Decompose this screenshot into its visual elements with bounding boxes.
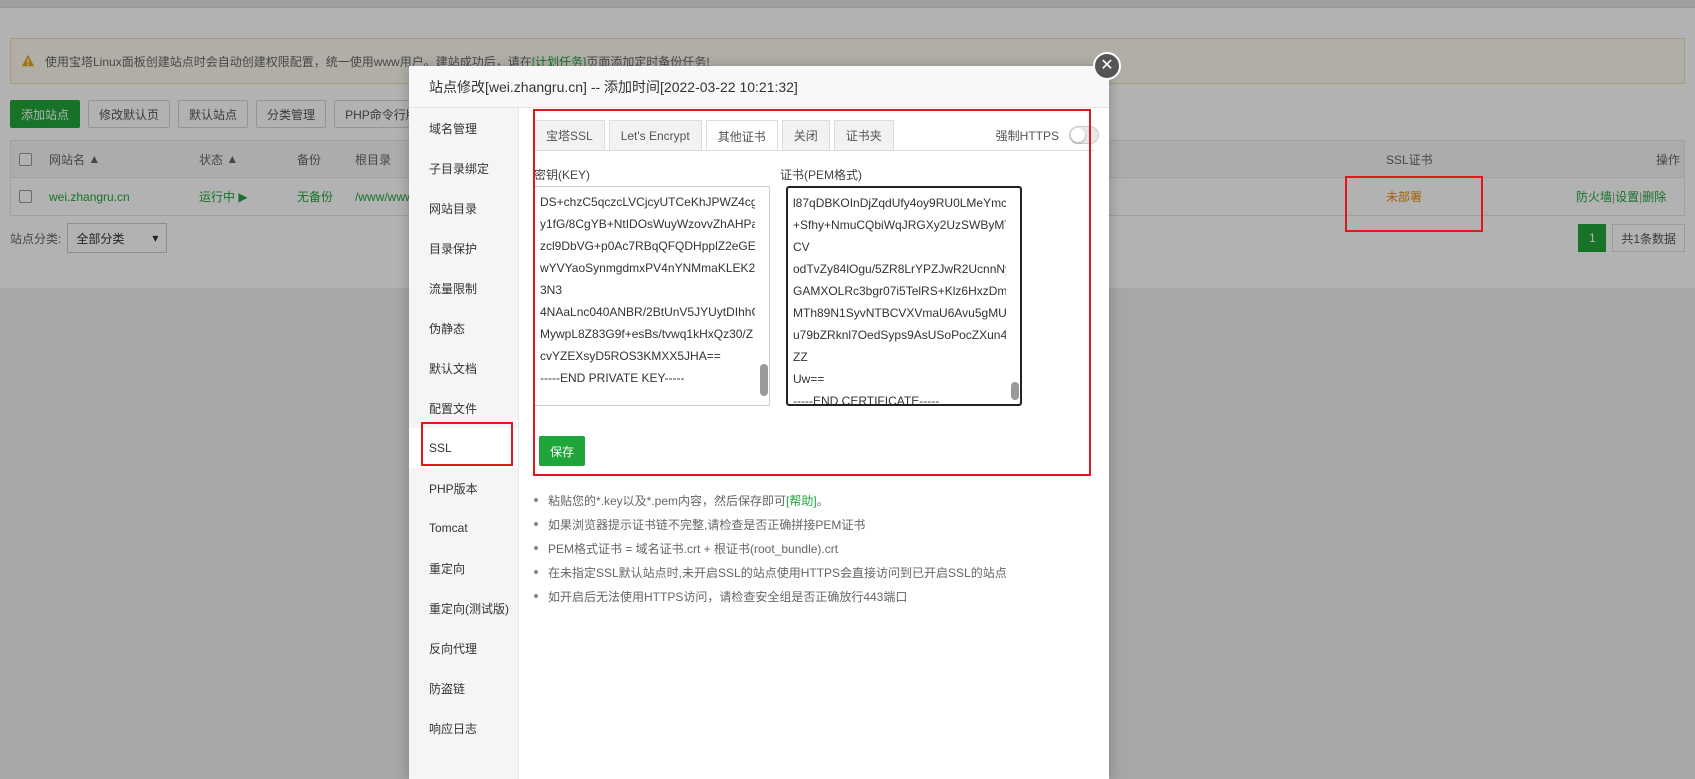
sidebar-item-0[interactable]: 域名管理: [409, 108, 518, 148]
tip-text: PEM格式证书 = 域名证书.crt + 根证书(root_bundle).cr…: [548, 541, 839, 556]
text-line: ZZ: [793, 350, 808, 364]
site-edit-modal: 站点修改[wei.zhangru.cn] -- 添加时间[2022-03-22 …: [409, 66, 1109, 779]
text-line: 3N3: [540, 283, 563, 297]
sidebar-item-1[interactable]: 子目录绑定: [409, 148, 518, 188]
key-text: DS+chzC5qczcLVCjcyUTCeKhJPWZ4cgzj y1fG/8C…: [540, 191, 755, 389]
sidebar-item-11[interactable]: 重定向: [409, 548, 518, 588]
tab-bt-ssl[interactable]: 宝塔SSL: [534, 120, 605, 150]
tip-text: 如开启后无法使用HTTPS访问，请检查安全组是否正确放行443端口: [548, 589, 908, 604]
sidebar-item-7[interactable]: 配置文件: [409, 388, 518, 428]
tip-text: 如果浏览器提示证书链不完整,请检查是否正确拼接PEM证书: [548, 517, 866, 532]
text-line: odTvZy84lOgu/5ZR8LrYPZJwR2UcnnNyt: [793, 262, 1006, 276]
text-line: +Sfhy+NmuCQbiWqJRGXy2UzSWByMTs: [793, 218, 1006, 232]
sidebar-item-15[interactable]: 响应日志: [409, 708, 518, 748]
key-textarea[interactable]: DS+chzC5qczcLVCjcyUTCeKhJPWZ4cgzj y1fG/8C…: [534, 186, 770, 406]
text-line: l87qDBKOInDjZqdUfy4oy9RU0LMeYmcI: [793, 196, 1006, 210]
tab-close[interactable]: 关闭: [781, 120, 830, 150]
sidebar-item-3[interactable]: 目录保护: [409, 228, 518, 268]
tip-item: 粘贴您的*.key以及*.pem内容，然后保存即可 [帮助]。: [534, 488, 1007, 512]
tip-text: 在未指定SSL默认站点时,未开启SSL的站点使用HTTPS会直接访问到已开启SS…: [548, 565, 1007, 580]
bullet-icon: [534, 570, 538, 574]
cert-scrollbar[interactable]: [1011, 190, 1019, 402]
text-line: DS+chzC5qczcLVCjcyUTCeKhJPWZ4cgzj: [540, 195, 755, 209]
modal-title: 站点修改[wei.zhangru.cn] -- 添加时间[2022-03-22 …: [409, 66, 1109, 108]
text-line: u79bZRknl7OedSyps9AsUSoPocZXun4IR: [793, 328, 1006, 342]
text-line: Uw==: [793, 372, 825, 386]
tab-other-cert[interactable]: 其他证书: [705, 120, 778, 151]
sidebar-item-2[interactable]: 网站目录: [409, 188, 518, 228]
sidebar-item-4[interactable]: 流量限制: [409, 268, 518, 308]
tabs-divider: [534, 150, 1094, 151]
text-line: y1fG/8CgYB+NtIDOsWuyWzovvZhAHPa: [540, 217, 755, 231]
bullet-icon: [534, 522, 538, 526]
cert-text: l87qDBKOInDjZqdUfy4oy9RU0LMeYmcI +Sfhy+Nm…: [793, 192, 1006, 406]
sidebar-item-10[interactable]: Tomcat: [409, 508, 518, 548]
tip-item: 在未指定SSL默认站点时,未开启SSL的站点使用HTTPS会直接访问到已开启SS…: [534, 560, 1007, 584]
tip-item: PEM格式证书 = 域名证书.crt + 根证书(root_bundle).cr…: [534, 536, 1007, 560]
bullet-icon: [534, 498, 538, 502]
tab-lets-encrypt[interactable]: Let's Encrypt: [608, 120, 702, 150]
sidebar-item-5[interactable]: 伪静态: [409, 308, 518, 348]
close-icon[interactable]: ✕: [1093, 52, 1121, 80]
bullet-icon: [534, 546, 538, 550]
modal-side-menu: 域名管理 子目录绑定 网站目录 目录保护 流量限制 伪静态 默认文档 配置文件 SSL PHP版本…: [409, 108, 519, 779]
sidebar-item-12[interactable]: 重定向(测试版): [409, 588, 518, 628]
key-label: 密钥(KEY): [534, 168, 591, 182]
sidebar-item-14[interactable]: 防盗链: [409, 668, 518, 708]
ssl-tips: 粘贴您的*.key以及*.pem内容，然后保存即可 [帮助]。如果浏览器提示证书链…: [534, 488, 1007, 608]
text-line: -----END CERTIFICATE-----: [793, 394, 940, 406]
sidebar-item-6[interactable]: 默认文档: [409, 348, 518, 388]
force-https: 强制HTTPS: [996, 120, 1099, 150]
force-https-toggle[interactable]: [1069, 126, 1099, 144]
text-line: MywpL8Z83G9f+esBs/tvwq1kHxQz30/Z: [540, 327, 754, 341]
save-button[interactable]: 保存: [539, 436, 585, 466]
text-line: cvYZEXsyD5ROS3KMXX5JHA==: [540, 349, 721, 363]
sidebar-item-8[interactable]: SSL: [409, 428, 518, 468]
text-line: -----END PRIVATE KEY-----: [540, 371, 685, 385]
bullet-icon: [534, 594, 538, 598]
sidebar-item-13[interactable]: 反向代理: [409, 628, 518, 668]
force-https-label: 强制HTTPS: [995, 128, 1059, 143]
tip-tail: 。: [816, 493, 829, 508]
cert-label: 证书(PEM格式): [780, 168, 862, 182]
ssl-tabs: 宝塔SSL Let's Encrypt 其他证书 关闭 证书夹: [534, 120, 894, 151]
text-line: 4NAaLnc040ANBR/2BtUnV5JYUytDIhhG: [540, 305, 755, 319]
text-line: wYVYaoSynmgdmxPV4nYNMmaKLEK27j: [540, 261, 755, 275]
sidebar-item-9[interactable]: PHP版本: [409, 468, 518, 508]
tip-item: 如开启后无法使用HTTPS访问，请检查安全组是否正确放行443端口: [534, 584, 1007, 608]
key-scrollbar[interactable]: [760, 189, 768, 403]
text-line: CV: [793, 240, 810, 254]
text-line: zcl9DbVG+p0Ac7RBqQFQDHpplZ2eGEx: [540, 239, 755, 253]
tip-item: 如果浏览器提示证书链不完整,请检查是否正确拼接PEM证书: [534, 512, 1007, 536]
tip-text: 粘贴您的*.key以及*.pem内容，然后保存即可: [548, 493, 787, 508]
text-line: MTh89N1SyvNTBCVXVmaU6Avu5gMUT: [793, 306, 1006, 320]
help-link[interactable]: [帮助]: [786, 492, 817, 509]
tab-cert-folder[interactable]: 证书夹: [833, 120, 894, 150]
cert-textarea[interactable]: l87qDBKOInDjZqdUfy4oy9RU0LMeYmcI +Sfhy+Nm…: [786, 186, 1022, 406]
text-line: GAMXOLRc3bgr07i5TelRS+Klz6HxzDm: [793, 284, 1006, 298]
